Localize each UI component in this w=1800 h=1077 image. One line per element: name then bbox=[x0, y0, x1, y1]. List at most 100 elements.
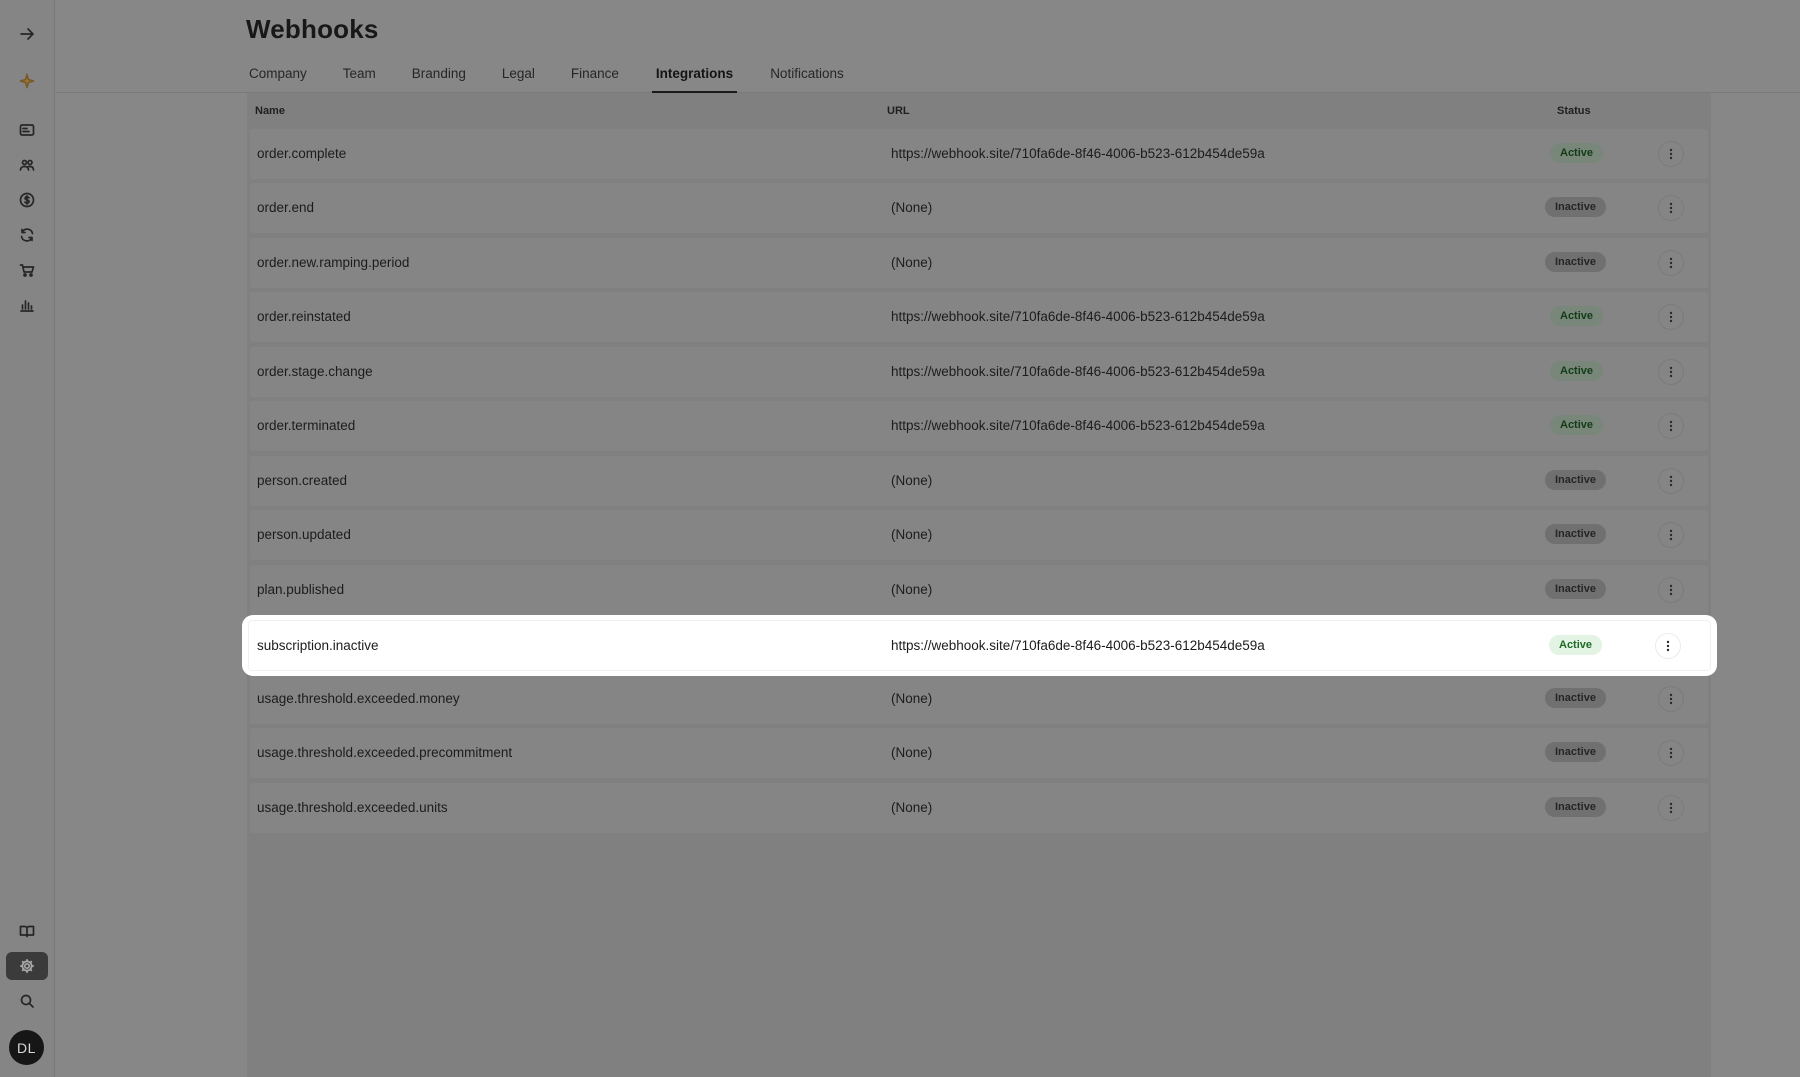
tab-legal[interactable]: Legal bbox=[499, 64, 538, 93]
bar-chart-icon bbox=[20, 300, 34, 312]
user-avatar[interactable]: DL bbox=[9, 1030, 44, 1065]
webhook-name: order.terminated bbox=[257, 418, 356, 433]
more-vertical-icon bbox=[1669, 257, 1673, 269]
status-badge: Inactive bbox=[1545, 579, 1606, 599]
row-actions-button[interactable] bbox=[1658, 195, 1684, 221]
status-badge: Inactive bbox=[1545, 524, 1606, 544]
id-card-icon bbox=[19, 124, 35, 136]
table-row[interactable]: order.complete https://webhook.site/710f… bbox=[250, 129, 1708, 179]
nav-customers-button[interactable] bbox=[6, 116, 48, 144]
tab-integrations[interactable]: Integrations bbox=[651, 64, 738, 93]
status-badge: Active bbox=[1550, 306, 1604, 326]
webhook-url: (None) bbox=[891, 745, 933, 760]
more-vertical-icon bbox=[1669, 475, 1673, 487]
row-actions-button[interactable] bbox=[1658, 250, 1684, 276]
docs-button[interactable] bbox=[6, 917, 48, 945]
tab-company[interactable]: Company bbox=[246, 64, 310, 93]
more-vertical-icon bbox=[1669, 802, 1673, 814]
webhook-name: subscription.inactive bbox=[257, 638, 379, 653]
webhook-name: person.created bbox=[257, 473, 348, 488]
webhook-name: usage.threshold.exceeded.precommitment bbox=[257, 745, 513, 760]
status-badge: Inactive bbox=[1545, 470, 1606, 490]
page-header: Webhooks Company Team Branding Legal Fin… bbox=[56, 0, 1800, 93]
nav-reports-button[interactable] bbox=[6, 291, 48, 319]
row-actions-button[interactable] bbox=[1658, 740, 1684, 766]
page-title: Webhooks bbox=[246, 14, 379, 44]
dollar-icon bbox=[19, 192, 35, 208]
webhook-url: (None) bbox=[891, 800, 933, 815]
more-vertical-icon bbox=[1666, 640, 1670, 652]
nav-team-button[interactable] bbox=[6, 151, 48, 179]
table-row[interactable]: usage.threshold.exceeded.units (None) In… bbox=[250, 783, 1708, 833]
more-vertical-icon bbox=[1669, 584, 1673, 596]
table-header: Name URL Status bbox=[247, 93, 1711, 127]
tab-notifications[interactable]: Notifications bbox=[767, 64, 847, 93]
status-badge: Inactive bbox=[1545, 197, 1606, 217]
sidebar: DL bbox=[0, 0, 55, 1077]
table-row[interactable]: order.reinstated https://webhook.site/71… bbox=[250, 292, 1708, 342]
row-actions-button[interactable] bbox=[1658, 304, 1684, 330]
table-row[interactable]: person.created (None) Inactive bbox=[250, 456, 1708, 506]
search-icon bbox=[20, 994, 34, 1008]
webhook-url: (None) bbox=[891, 473, 933, 488]
webhook-url: https://webhook.site/710fa6de-8f46-4006-… bbox=[891, 146, 1265, 161]
row-actions-button[interactable] bbox=[1658, 468, 1684, 494]
table-row[interactable]: order.end (None) Inactive bbox=[250, 183, 1708, 233]
row-actions-button[interactable] bbox=[1658, 686, 1684, 712]
more-vertical-icon bbox=[1669, 202, 1673, 214]
row-actions-button[interactable] bbox=[1658, 795, 1684, 821]
tab-branding[interactable]: Branding bbox=[409, 64, 469, 93]
table-row[interactable]: order.new.ramping.period (None) Inactive bbox=[250, 238, 1708, 288]
table-row[interactable]: order.stage.change https://webhook.site/… bbox=[250, 347, 1708, 397]
table-row-highlighted[interactable]: subscription.inactive https://webhook.si… bbox=[248, 620, 1711, 671]
more-vertical-icon bbox=[1669, 311, 1673, 323]
status-badge: Active bbox=[1550, 361, 1604, 381]
book-icon bbox=[19, 925, 35, 938]
tab-finance[interactable]: Finance bbox=[568, 64, 622, 93]
row-actions-button[interactable] bbox=[1658, 359, 1684, 385]
settings-tabs: Company Team Branding Legal Finance Inte… bbox=[246, 64, 877, 93]
webhook-name: order.stage.change bbox=[257, 364, 373, 379]
status-badge: Inactive bbox=[1545, 688, 1606, 708]
more-vertical-icon bbox=[1669, 420, 1673, 432]
webhook-url: https://webhook.site/710fa6de-8f46-4006-… bbox=[891, 364, 1265, 379]
table-row[interactable]: order.terminated https://webhook.site/71… bbox=[250, 401, 1708, 451]
webhook-url: https://webhook.site/710fa6de-8f46-4006-… bbox=[891, 638, 1265, 653]
expand-sidebar-button[interactable] bbox=[6, 20, 48, 48]
table-row[interactable]: usage.threshold.exceeded.precommitment (… bbox=[250, 728, 1708, 778]
table-row[interactable]: person.updated (None) Inactive bbox=[250, 510, 1708, 560]
webhook-url: (None) bbox=[891, 582, 933, 597]
more-vertical-icon bbox=[1669, 366, 1673, 378]
refresh-icon bbox=[20, 228, 34, 242]
status-badge: Active bbox=[1550, 143, 1604, 163]
row-actions-button[interactable] bbox=[1655, 633, 1681, 659]
column-header-url: URL bbox=[887, 105, 910, 117]
row-actions-button[interactable] bbox=[1658, 413, 1684, 439]
webhooks-table: Name URL Status order.complete https://w… bbox=[247, 93, 1711, 1077]
settings-button[interactable] bbox=[6, 952, 48, 980]
nav-billing-button[interactable] bbox=[6, 186, 48, 214]
row-actions-button[interactable] bbox=[1658, 577, 1684, 603]
status-badge: Inactive bbox=[1545, 797, 1606, 817]
webhook-name: order.reinstated bbox=[257, 309, 351, 324]
search-button[interactable] bbox=[6, 987, 48, 1015]
webhook-name: order.new.ramping.period bbox=[257, 255, 410, 270]
tab-team[interactable]: Team bbox=[340, 64, 379, 93]
row-actions-button[interactable] bbox=[1658, 141, 1684, 167]
webhook-url: https://webhook.site/710fa6de-8f46-4006-… bbox=[891, 418, 1265, 433]
column-header-name: Name bbox=[255, 105, 285, 117]
status-badge: Inactive bbox=[1545, 252, 1606, 272]
webhook-name: plan.published bbox=[257, 582, 345, 597]
table-row[interactable]: usage.threshold.exceeded.money (None) In… bbox=[250, 674, 1708, 724]
gear-icon bbox=[19, 958, 35, 974]
more-vertical-icon bbox=[1669, 747, 1673, 759]
nav-subscriptions-button[interactable] bbox=[6, 221, 48, 249]
table-row[interactable]: plan.published (None) Inactive bbox=[250, 565, 1708, 615]
ai-assistant-button[interactable] bbox=[6, 67, 48, 95]
column-header-status: Status bbox=[1557, 105, 1591, 117]
row-actions-button[interactable] bbox=[1658, 522, 1684, 548]
status-badge: Inactive bbox=[1545, 742, 1606, 762]
webhook-url: (None) bbox=[891, 527, 933, 542]
nav-catalog-button[interactable] bbox=[6, 256, 48, 284]
webhook-url: (None) bbox=[891, 691, 933, 706]
